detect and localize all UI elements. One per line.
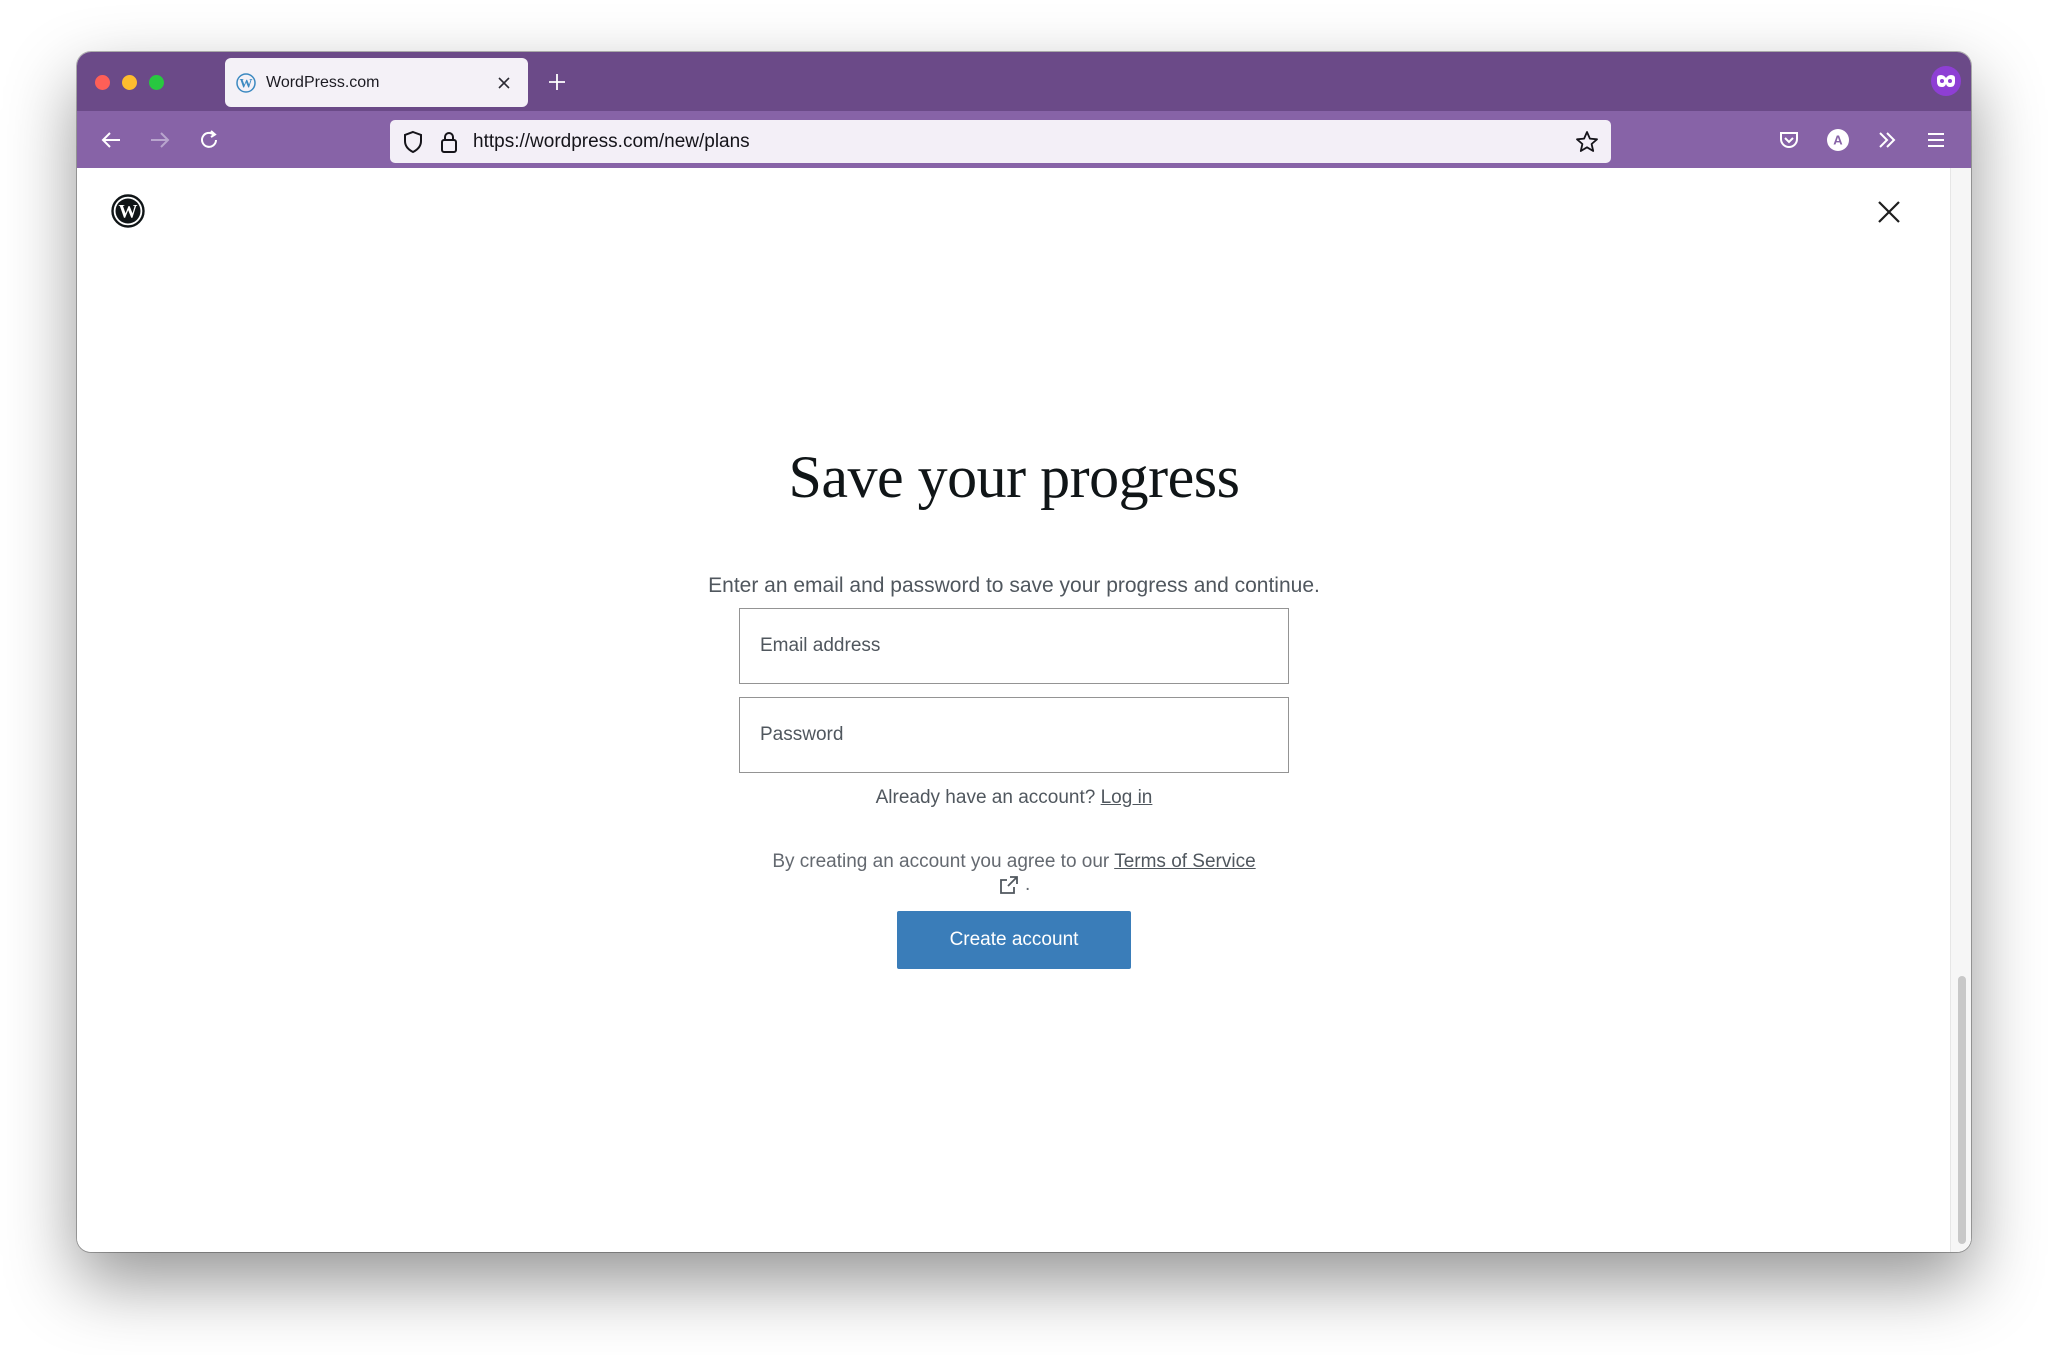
page-content: W Save your progress Enter an email and … (77, 168, 1971, 1252)
zoom-window-button[interactable] (149, 75, 164, 90)
lock-icon[interactable] (439, 130, 459, 154)
bookmark-star-icon[interactable] (1573, 128, 1601, 156)
close-icon[interactable] (1874, 197, 1904, 227)
terms-prefix-text: By creating an account you agree to our (772, 851, 1110, 872)
reload-icon[interactable] (192, 123, 226, 157)
title-bar: W WordPress.com (77, 52, 1971, 111)
login-prompt: Already have an account? Log in (77, 787, 1951, 809)
back-icon[interactable] (94, 123, 128, 157)
minimize-window-button[interactable] (122, 75, 137, 90)
page-subtitle: Enter an email and password to save your… (708, 574, 1320, 597)
terms-of-service-link[interactable]: Terms of Service (1114, 851, 1255, 872)
tab-title: WordPress.com (266, 73, 380, 91)
tab-close-icon[interactable] (490, 69, 518, 97)
pocket-icon[interactable] (1772, 123, 1806, 157)
wordpress-favicon-icon: W (236, 72, 256, 93)
svg-text:W: W (119, 202, 138, 223)
login-link[interactable]: Log in (1101, 787, 1153, 808)
url-bar[interactable]: https://wordpress.com/new/plans (390, 120, 1611, 163)
svg-text:W: W (240, 75, 253, 90)
shield-icon[interactable] (401, 130, 425, 154)
new-tab-icon[interactable] (543, 68, 571, 96)
menu-icon[interactable] (1919, 123, 1953, 157)
terms-notice: By creating an account you agree to our … (77, 850, 1951, 896)
email-field[interactable] (739, 608, 1289, 684)
url-text[interactable]: https://wordpress.com/new/plans (473, 131, 1573, 153)
browser-window: W WordPress.com https://wordpress.com/ne… (77, 52, 1971, 1252)
page-title: Save your progress (788, 444, 1240, 510)
terms-second-line: . (77, 873, 1951, 896)
page-scrollbar[interactable] (1950, 168, 1971, 1252)
forward-icon[interactable] (143, 123, 177, 157)
close-window-button[interactable] (95, 75, 110, 90)
terms-suffix-text: . (1025, 874, 1031, 895)
browser-tab[interactable]: W WordPress.com (225, 58, 528, 107)
external-link-icon[interactable] (998, 874, 1020, 896)
login-prompt-text: Already have an account? (875, 787, 1096, 808)
extensions-icon[interactable] (1870, 123, 1904, 157)
account-icon[interactable]: A (1821, 123, 1855, 157)
navigation-toolbar: https://wordpress.com/new/plans A (77, 111, 1971, 168)
private-browsing-icon[interactable] (1931, 66, 1961, 96)
password-field[interactable] (739, 697, 1289, 773)
wordpress-logo-icon[interactable]: W (111, 194, 145, 228)
svg-text:A: A (1833, 133, 1843, 148)
scrollbar-thumb[interactable] (1958, 976, 1966, 1244)
create-account-button[interactable]: Create account (897, 911, 1131, 969)
